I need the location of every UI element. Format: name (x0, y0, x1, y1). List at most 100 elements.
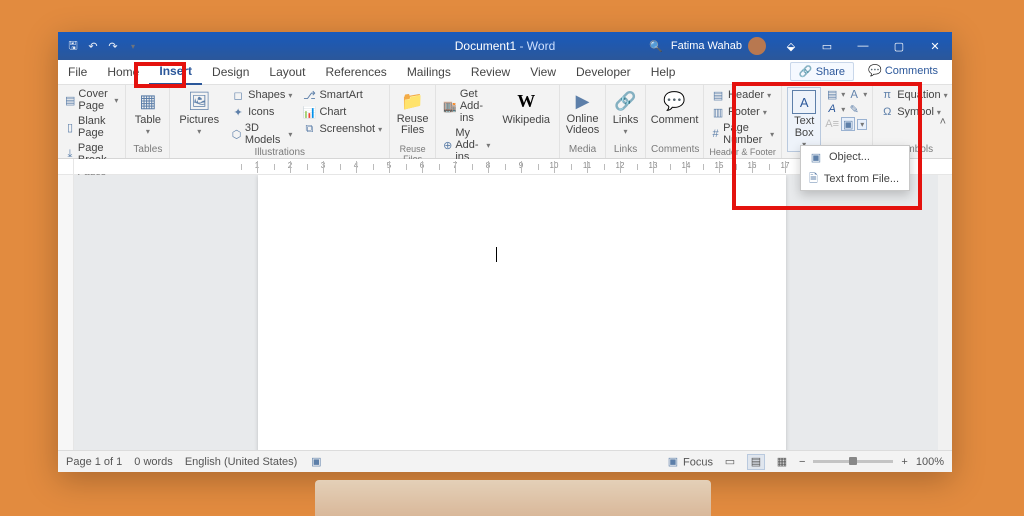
header-button[interactable]: ▤Header▾ (709, 87, 776, 103)
online-videos-button[interactable]: ▶Online Videos (565, 87, 600, 144)
close-button[interactable]: ✕ (918, 32, 952, 60)
chart-icon: 📊 (302, 105, 316, 119)
text-from-file-icon: 🗎 (809, 172, 818, 186)
tab-layout[interactable]: Layout (259, 60, 315, 85)
table-button[interactable]: ▦ Table▾ (131, 87, 164, 144)
tab-mailings[interactable]: Mailings (397, 60, 461, 85)
user-account[interactable]: Fatima Wahab (665, 37, 772, 55)
ribbon-display-icon[interactable]: ▭ (810, 32, 844, 60)
group-links: 🔗Links▾ Links (606, 85, 646, 158)
pictures-button[interactable]: 🖼Pictures▾ (175, 87, 223, 147)
macro-recording-icon[interactable]: ▣ (309, 455, 323, 469)
tab-view[interactable]: View (520, 60, 566, 85)
object-icon[interactable]: ▣ (841, 117, 855, 131)
symbol-icon: Ω (880, 105, 894, 119)
group-comments: 💬Comment Comments (646, 85, 704, 158)
cover-page-icon: ▤ (65, 93, 75, 107)
tab-design[interactable]: Design (202, 60, 259, 85)
group-header-footer: ▤Header▾ ▥Footer▾ #Page Number▾ Header &… (704, 85, 782, 158)
redo-icon[interactable]: ↷ (106, 39, 120, 53)
object-menu-item[interactable]: ▣Object... (801, 146, 909, 168)
addins-icon: ⊕ (443, 138, 452, 152)
quick-parts-icon[interactable]: ▤ (825, 87, 839, 101)
page-indicator[interactable]: Page 1 of 1 (66, 456, 122, 468)
text-mini-buttons: ▤▾ Ａ▾ A▾ ✎ A≡ ▣▾ (825, 87, 867, 152)
group-label-header-footer: Header & Footer (709, 147, 776, 158)
get-addins-button[interactable]: 🏬Get Add-ins (441, 87, 492, 125)
page-number-icon: # (711, 127, 720, 141)
tab-help[interactable]: Help (641, 60, 686, 85)
group-illustrations: 🖼Pictures▾ ◻Shapes▾ ✦Icons ⬡3D Models▾ ⎇… (170, 85, 390, 158)
group-tables: ▦ Table▾ Tables (126, 85, 170, 158)
share-button[interactable]: 🔗 Share (790, 62, 854, 81)
vertical-ruler[interactable] (58, 175, 74, 450)
window-title: Document1 - Word (455, 39, 556, 53)
cover-page-button[interactable]: ▤Cover Page▾ (63, 87, 120, 113)
page[interactable] (258, 175, 786, 450)
signature-line-icon[interactable]: ✎ (847, 102, 861, 116)
reuse-files-button[interactable]: 📁Reuse Files (395, 87, 430, 144)
wordart-icon[interactable]: Ａ (847, 87, 861, 101)
print-layout-button[interactable]: ▤ (747, 454, 765, 470)
tab-references[interactable]: References (315, 60, 396, 85)
smartart-button[interactable]: ⎇SmartArt (300, 87, 384, 103)
web-layout-button[interactable]: ▦ (773, 454, 791, 470)
page-number-button[interactable]: #Page Number▾ (709, 121, 776, 147)
comment-button[interactable]: 💬Comment (651, 87, 698, 144)
pending-updates-icon[interactable]: ⬙ (774, 32, 808, 60)
icons-button[interactable]: ✦Icons (229, 104, 294, 120)
object-dropdown: ▣Object... 🗎Text from File... (800, 145, 910, 191)
table-icon: ▦ (136, 89, 160, 113)
word-count[interactable]: 0 words (134, 456, 173, 468)
equation-button[interactable]: πEquation▾ (878, 87, 949, 103)
group-addins: 🏬Get Add-ins ⊕My Add-ins▾ WWikipedia Add… (436, 85, 560, 158)
group-media: ▶Online Videos Media (560, 85, 606, 158)
drop-cap-icon[interactable]: A (825, 102, 839, 116)
zoom-level[interactable]: 100% (916, 456, 944, 468)
save-icon[interactable]: 🖫 (66, 39, 80, 53)
tab-home[interactable]: Home (97, 60, 149, 85)
search-icon[interactable]: 🔍 (649, 39, 663, 53)
footer-button[interactable]: ▥Footer▾ (709, 104, 776, 120)
comments-button[interactable]: 💬 Comments (860, 62, 946, 81)
group-label-media: Media (565, 144, 600, 158)
links-button[interactable]: 🔗Links▾ (611, 87, 640, 144)
wikipedia-button[interactable]: WWikipedia (498, 87, 554, 164)
text-from-file-menu-item[interactable]: 🗎Text from File... (801, 168, 909, 190)
zoom-in-button[interactable]: + (901, 456, 907, 468)
tab-review[interactable]: Review (461, 60, 520, 85)
document-canvas[interactable] (74, 175, 952, 450)
shapes-icon: ◻ (231, 88, 245, 102)
zoom-out-button[interactable]: − (799, 456, 805, 468)
maximize-button[interactable]: ▢ (882, 32, 916, 60)
tab-developer[interactable]: Developer (566, 60, 641, 85)
text-box-button[interactable]: AText Box▾ (787, 87, 821, 152)
focus-mode-button[interactable]: ▣ Focus (666, 455, 713, 469)
text-box-icon: A (792, 90, 816, 114)
chart-button[interactable]: 📊Chart (300, 104, 384, 120)
shapes-button[interactable]: ◻Shapes▾ (229, 87, 294, 103)
decorative-stub (315, 480, 711, 516)
qat-customize-icon[interactable]: ▾ (126, 39, 140, 53)
3d-models-button[interactable]: ⬡3D Models▾ (229, 121, 294, 147)
tab-file[interactable]: File (58, 60, 97, 85)
pictures-icon: 🖼 (187, 89, 211, 113)
ribbon: ▤Cover Page▾ ▯Blank Page ⤓Page Break Pag… (58, 85, 952, 159)
minimize-button[interactable]: — (846, 32, 880, 60)
footer-icon: ▥ (711, 105, 725, 119)
blank-page-icon: ▯ (65, 120, 75, 134)
object-item-icon: ▣ (809, 150, 823, 164)
screenshot-button[interactable]: ⧉Screenshot▾ (300, 121, 384, 137)
collapse-ribbon-icon[interactable]: ˄ (940, 116, 946, 128)
screenshot-icon: ⧉ (302, 122, 316, 136)
group-label-tables: Tables (131, 144, 164, 158)
smartart-icon: ⎇ (302, 88, 316, 102)
date-time-icon[interactable]: A≡ (825, 117, 839, 131)
undo-icon[interactable]: ↶ (86, 39, 100, 53)
read-mode-button[interactable]: ▭ (721, 454, 739, 470)
blank-page-button[interactable]: ▯Blank Page (63, 114, 120, 140)
zoom-slider[interactable] (813, 460, 893, 463)
tab-insert[interactable]: Insert (149, 60, 202, 85)
language-indicator[interactable]: English (United States) (185, 456, 298, 468)
vertical-scrollbar[interactable] (938, 175, 952, 450)
